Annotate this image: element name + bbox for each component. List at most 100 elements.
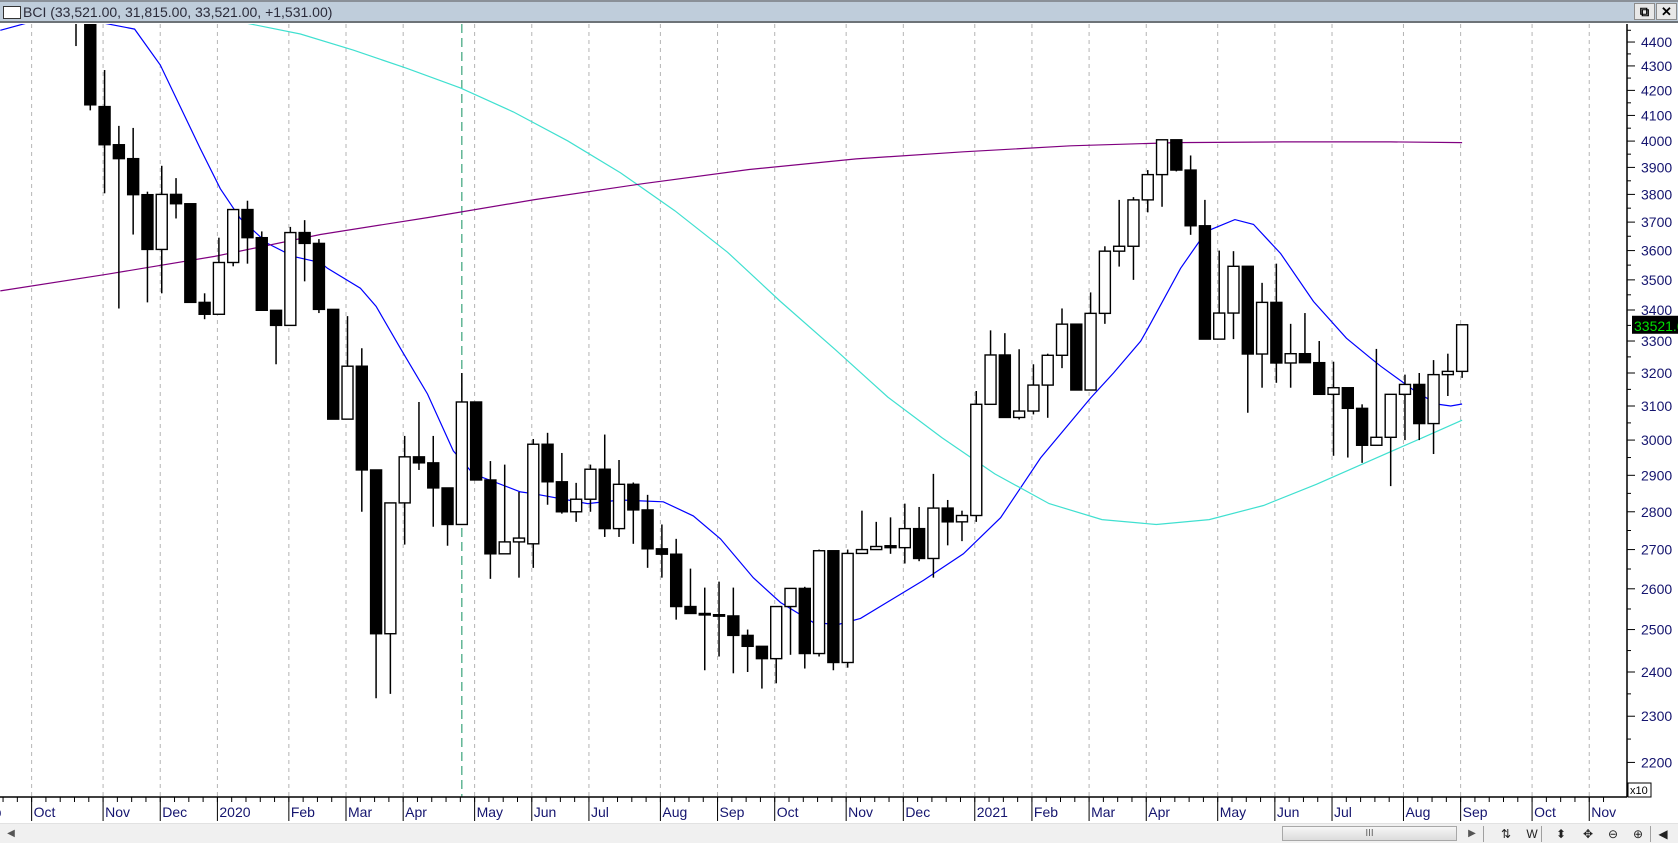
month-tick-label: Jul — [1334, 804, 1352, 820]
candle — [284, 226, 297, 327]
close-window-button[interactable]: ✕ — [1656, 3, 1677, 20]
scroll-back-button[interactable]: ◀ — [1655, 826, 1671, 842]
toolbar-separator — [1541, 826, 1542, 842]
candle — [84, 24, 97, 111]
month-tick-label: May — [477, 804, 503, 820]
month-tick-label: Sep — [0, 804, 2, 820]
candle-body-up — [284, 231, 297, 327]
candle-body-down — [998, 354, 1012, 419]
candle — [255, 231, 268, 311]
candlestick-chart[interactable]: 2200 2300 2400 2500 2600 2700 2800 2900 3000 3100… — [0, 24, 1678, 823]
price-tick-label: 4300 — [1641, 58, 1672, 74]
scroll-grip-icon: III — [1365, 828, 1374, 839]
price-tick-label: 3100 — [1641, 398, 1672, 414]
month-tick-label: Oct — [1534, 804, 1556, 820]
close-icon: ✕ — [1661, 4, 1672, 19]
candle-body-down — [1313, 361, 1326, 396]
chart-window-title-bar[interactable]: BCI (33,521.00, 31,815.00, 33,521.00, +1… — [0, 0, 1678, 23]
candle-body-up — [1255, 301, 1269, 355]
price-tick-label: 2600 — [1641, 581, 1672, 597]
candle-body-down — [1355, 407, 1369, 446]
candle-body-down — [1341, 387, 1355, 410]
move-button[interactable]: ✥ — [1580, 826, 1596, 842]
plot-area[interactable] — [0, 24, 1627, 797]
candle — [1098, 246, 1112, 324]
restore-window-button[interactable]: ⧉ — [1634, 3, 1655, 20]
candle-body-down — [1170, 139, 1183, 171]
candle — [827, 550, 840, 671]
candle-body-down — [255, 236, 268, 311]
month-tick-label: 2021 — [977, 804, 1008, 820]
candle-body-up — [1141, 173, 1154, 201]
toolbar-separator — [1483, 826, 1484, 842]
candle — [184, 203, 197, 304]
price-tick-label: 2800 — [1641, 504, 1672, 520]
candle-body-up — [384, 502, 397, 635]
candle — [226, 208, 240, 267]
zoom-in-button[interactable]: ⊕ — [1630, 826, 1646, 842]
candle-body-down — [1270, 301, 1283, 364]
candle-body-down — [1070, 323, 1083, 391]
scroll-left-button[interactable]: ◀ — [3, 826, 19, 842]
candle-body-up — [1055, 323, 1069, 356]
price-tick-label: 2400 — [1641, 664, 1672, 680]
candle-body-up — [226, 208, 240, 264]
month-tick-label: Aug — [1405, 804, 1430, 820]
candle-body-down — [427, 462, 440, 489]
month-tick-label: Nov — [105, 804, 130, 820]
auto-scale-button[interactable]: ⇅ — [1498, 826, 1514, 842]
last-price-label: 33521.00 — [1634, 318, 1678, 334]
candle-body-up — [1227, 265, 1240, 314]
candle-body-up — [1398, 383, 1412, 396]
candle-body-down — [298, 231, 311, 245]
price-multiplier-label: x10 — [1630, 785, 1648, 797]
scroll-right-button[interactable]: ▶ — [1464, 826, 1480, 842]
month-tick-label: Jul — [591, 804, 609, 820]
candle-body-down — [312, 242, 326, 311]
candle-body-up — [569, 498, 583, 513]
candle-body-up — [155, 193, 168, 251]
candle-body-up — [870, 545, 883, 551]
candle-body-up — [398, 456, 411, 504]
candle — [1455, 324, 1469, 378]
candle-body-up — [1112, 245, 1126, 252]
price-tick-label: 4200 — [1641, 82, 1672, 98]
candle — [970, 391, 983, 522]
candle-body-down — [327, 308, 340, 420]
candle-body-down — [484, 479, 497, 555]
candle-body-up — [784, 587, 797, 608]
month-tick-label: Jun — [534, 804, 557, 820]
candle-body-down — [412, 456, 426, 464]
zoom-out-button[interactable]: ⊖ — [1605, 826, 1621, 842]
candle-body-down — [798, 587, 811, 655]
candle-body-down — [1413, 383, 1426, 425]
candle-body-up — [1155, 139, 1169, 176]
candle-body-down — [469, 401, 483, 481]
price-tick-label: 2700 — [1641, 542, 1672, 558]
candle — [1070, 323, 1083, 391]
price-tick-label: 4400 — [1641, 34, 1672, 50]
vertical-zoom-button[interactable]: ⬍ — [1553, 826, 1569, 842]
candle-body-up — [1127, 199, 1140, 247]
candle-body-down — [169, 193, 183, 205]
horizontal-scrollbar-thumb[interactable]: III — [1282, 826, 1457, 841]
candle-body-down — [598, 468, 611, 530]
candle-body-down — [184, 203, 197, 304]
candle-body-up — [1455, 324, 1469, 373]
candle-body-up — [927, 507, 940, 560]
candle-body-down — [827, 550, 840, 664]
candle-body-down — [441, 487, 454, 526]
candle-body-down — [755, 645, 769, 660]
candle-body-up — [1370, 436, 1383, 446]
candle-body-up — [984, 354, 997, 406]
price-tick-label: 3000 — [1641, 432, 1672, 448]
price-tick-label: 4100 — [1641, 107, 1672, 123]
candle-body-up — [455, 401, 469, 526]
candle-body-up — [341, 365, 354, 420]
weekly-period-button[interactable]: W — [1524, 826, 1540, 842]
candle — [312, 239, 326, 314]
candle-body-down — [1298, 352, 1312, 364]
candle-body-down — [541, 443, 554, 483]
candle-body-down — [912, 527, 926, 560]
candle-body-up — [898, 527, 912, 549]
